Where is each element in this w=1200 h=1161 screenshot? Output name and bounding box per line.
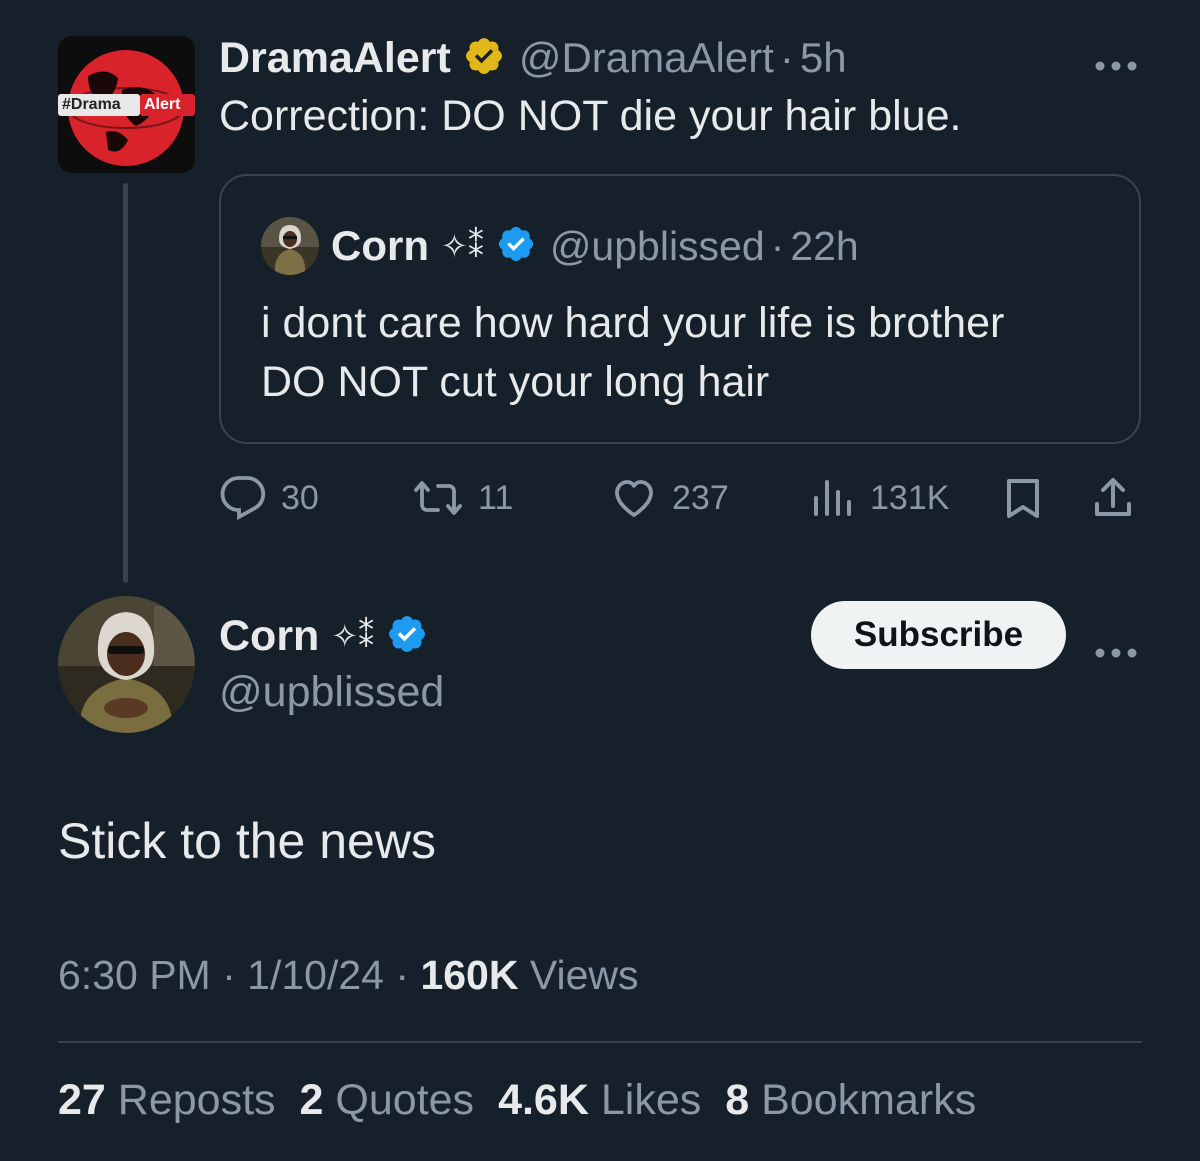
tweet-time[interactable]: 6:30 PM — [58, 952, 211, 998]
likes-stat[interactable]: 4.6K Likes — [498, 1076, 701, 1125]
quoted-text-line-2: DO NOT cut your long hair — [261, 358, 770, 406]
quoted-tweet-text: i dont care how hard your life is brothe… — [261, 294, 1004, 412]
tweet-date[interactable]: 1/10/24 — [247, 952, 384, 998]
separator-dot: · — [770, 222, 785, 269]
bookmark-button[interactable] — [999, 470, 1061, 526]
parent-tweet-time[interactable]: 5h — [800, 34, 847, 82]
main-author-name[interactable]: Corn — [219, 612, 319, 661]
parent-author-name[interactable]: DramaAlert — [219, 34, 451, 83]
sparkle-symbols: ✧⁑ — [331, 618, 375, 654]
divider — [58, 1041, 1142, 1043]
quoted-tweet-header: Corn ✧⁑ @upblissed · 22h — [261, 217, 859, 275]
bookmark-icon — [1007, 479, 1039, 518]
reposts-label: Reposts — [117, 1076, 276, 1124]
subscribe-button[interactable]: Subscribe — [811, 601, 1066, 669]
repost-count: 11 — [478, 478, 514, 517]
quoted-author-handle: @upblissed — [549, 222, 765, 269]
quoted-author-avatar — [261, 217, 319, 275]
share-button[interactable] — [1089, 470, 1151, 526]
more-options-icon[interactable] — [1094, 627, 1138, 667]
avatar-label-alert: Alert — [144, 96, 181, 113]
main-author-handle[interactable]: @upblissed — [219, 668, 444, 717]
reply-icon — [220, 476, 266, 521]
sparkle-symbols: ✧⁑ — [441, 228, 484, 264]
quoted-tweet-time: 22h — [790, 222, 859, 269]
avatar-photo — [58, 596, 195, 733]
bookmarks-count: 8 — [725, 1076, 750, 1124]
parent-tweet-text: Correction: DO NOT die your hair blue. — [219, 92, 962, 140]
separator-dot: · — [222, 952, 236, 998]
views-label: Views — [529, 952, 639, 998]
quoted-text-line-1: i dont care how hard your life is brothe… — [261, 299, 1005, 347]
reply-count: 30 — [281, 478, 319, 517]
more-options-icon[interactable] — [1094, 40, 1138, 80]
engagement-stats: 27 Reposts 2 Quotes 4.6K Likes 8 Bookmar… — [58, 1076, 976, 1125]
heart-icon — [615, 480, 653, 517]
verified-blue-badge-icon — [386, 613, 428, 660]
quoted-author-name: Corn — [331, 222, 429, 269]
avatar-label-drama: #Drama — [62, 96, 121, 113]
separator-dot: · — [779, 34, 794, 81]
analytics-icon — [814, 480, 851, 516]
main-author-avatar[interactable] — [58, 596, 195, 733]
thread-connector-line — [123, 183, 128, 583]
reposts-count: 27 — [58, 1076, 106, 1124]
parent-author-handle[interactable]: @DramaAlert — [519, 34, 774, 82]
like-count: 237 — [672, 478, 729, 517]
quoted-tweet-card[interactable]: Corn ✧⁑ @upblissed · 22h i dont care how… — [219, 174, 1141, 444]
reposts-stat[interactable]: 27 Reposts — [58, 1076, 276, 1125]
main-tweet-text: Stick to the news — [58, 813, 436, 869]
tweet-action-bar: 30 11 237 131K — [219, 470, 1149, 526]
quotes-count: 2 — [299, 1076, 324, 1124]
reply-button[interactable]: 30 — [219, 470, 319, 526]
views-button[interactable]: 131K — [808, 470, 949, 526]
likes-count: 4.6K — [498, 1076, 589, 1124]
main-tweet-header: Corn ✧⁑ — [219, 606, 428, 666]
share-icon — [1095, 478, 1131, 516]
like-button[interactable]: 237 — [610, 470, 729, 526]
views-total: 160K — [420, 952, 519, 998]
separator-dot: · — [395, 952, 410, 998]
quotes-label: Quotes — [335, 1076, 475, 1124]
tweet-timestamp-row: 6:30 PM · 1/10/24 · 160K Views — [58, 952, 639, 999]
dramaalert-avatar[interactable]: #Drama Alert — [58, 36, 195, 173]
bookmarks-label: Bookmarks — [761, 1076, 977, 1124]
likes-label: Likes — [600, 1076, 702, 1124]
verified-gold-badge-icon — [463, 35, 505, 82]
quotes-stat[interactable]: 2 Quotes — [300, 1076, 475, 1125]
verified-blue-badge-icon — [496, 224, 536, 269]
repost-button[interactable]: 11 — [412, 470, 513, 526]
parent-tweet-header: DramaAlert @DramaAlert · 5h — [219, 30, 847, 86]
bookmarks-stat[interactable]: 8 Bookmarks — [725, 1076, 976, 1125]
repost-icon — [414, 481, 462, 515]
views-count: 131K — [870, 478, 950, 517]
